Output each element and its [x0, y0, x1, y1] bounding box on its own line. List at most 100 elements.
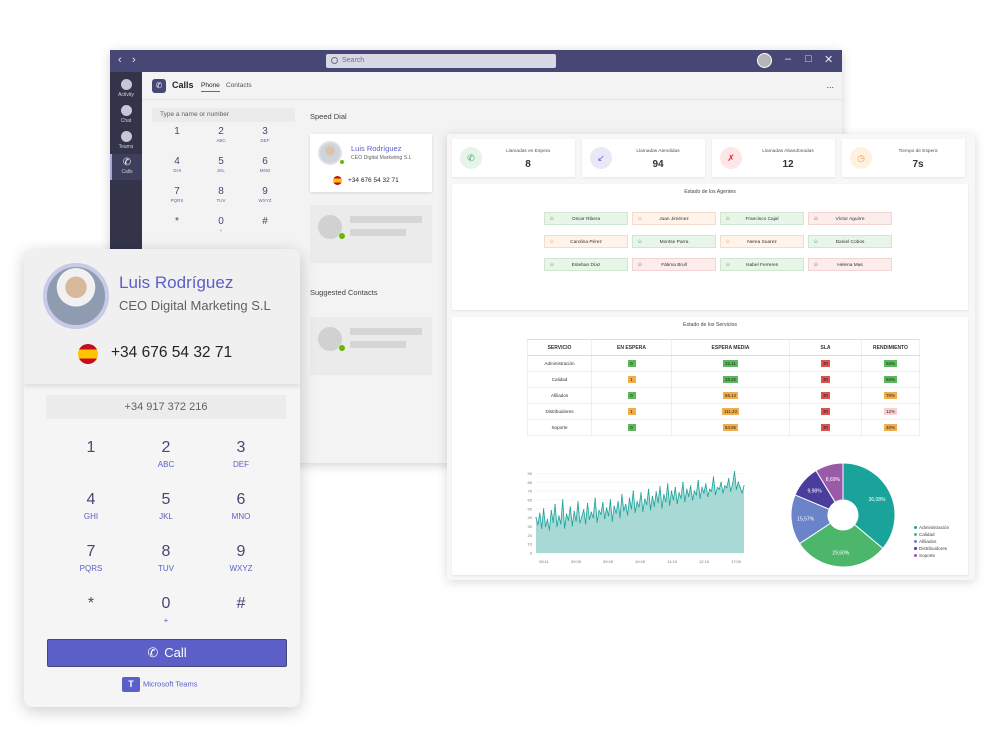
back-arrow-icon[interactable]: ‹	[118, 54, 122, 66]
dial-key[interactable]: 5 JKL	[206, 156, 236, 173]
data-point	[674, 487, 676, 489]
dial-key[interactable]: 8 TUV	[136, 543, 196, 573]
data-point	[718, 488, 720, 490]
dial-key[interactable]: 0 +	[136, 595, 196, 625]
value-badge: 30	[821, 392, 830, 399]
data-point	[541, 527, 543, 529]
dial-key[interactable]: 2 ABC	[206, 126, 236, 143]
data-point	[701, 487, 703, 489]
dial-key[interactable]: 3 DEF	[250, 126, 280, 143]
contact-name: Luis Rodríguez	[119, 273, 234, 292]
legend-item: Distribuidores	[914, 546, 947, 551]
agent-name: Daniel Cobos	[835, 240, 865, 245]
dial-number-input[interactable]: +34 917 372 216	[46, 395, 286, 419]
avatar[interactable]	[757, 53, 772, 68]
dial-key-letters: WXYZ	[258, 198, 272, 203]
data-point	[592, 517, 594, 519]
data-point	[699, 497, 701, 499]
data-point	[695, 494, 697, 496]
maximize-icon[interactable]: □	[805, 53, 812, 65]
data-point	[642, 510, 644, 512]
more-options-icon[interactable]: ...	[826, 80, 834, 90]
value-badge: 0	[627, 392, 636, 399]
data-point	[569, 506, 571, 508]
table-cell: 22.11	[671, 355, 790, 372]
dial-key[interactable]: *	[61, 595, 121, 616]
value-badge: 1	[627, 408, 636, 415]
tab-phone[interactable]: Phone	[201, 82, 220, 92]
close-icon[interactable]: ✕	[824, 53, 833, 66]
speed-dial-card[interactable]: Luis Rodríguez CEO Digital Marketing S.L…	[310, 134, 432, 192]
rail-item-teams[interactable]: Teams	[110, 128, 142, 154]
data-point	[657, 502, 659, 504]
data-point	[663, 494, 665, 496]
data-point	[714, 494, 716, 496]
dial-key-letters: MNO	[231, 512, 251, 521]
kpi-value: 7s	[912, 159, 924, 170]
tab-contacts[interactable]: Contacts	[226, 82, 252, 89]
dial-key[interactable]: 3 DEF	[211, 439, 271, 469]
col-header: ESPERA MEDIA	[671, 339, 790, 356]
data-point	[632, 490, 634, 492]
legend-item: Administración	[914, 525, 949, 530]
dial-key[interactable]: 4 GHI	[61, 491, 121, 521]
data-point	[623, 510, 625, 512]
dial-key-number: 6	[236, 491, 246, 508]
user-icon: ☺	[813, 262, 819, 268]
dial-key[interactable]: 7 PQRS	[162, 186, 192, 203]
value-badge: 30	[821, 376, 830, 383]
dial-key[interactable]: 5 JKL	[136, 491, 196, 521]
x-tick-label: 12:15	[699, 559, 710, 564]
dial-key[interactable]: 7 PQRS	[61, 543, 121, 573]
data-point	[709, 488, 711, 490]
dial-key[interactable]: 9 WXYZ	[211, 543, 271, 573]
data-point	[598, 510, 600, 512]
calls-header: ✆ Calls Phone Contacts ...	[142, 72, 842, 100]
agent-name: Oscar Ribera	[571, 217, 601, 222]
dial-key[interactable]: 0 +	[206, 216, 236, 233]
legend-label: Distribuidores	[919, 546, 948, 551]
user-icon: ☺	[813, 239, 819, 245]
x-tick-label: 17:00	[731, 559, 742, 564]
data-point	[558, 515, 560, 517]
agent-name: Montse Parra	[659, 240, 689, 245]
data-point	[567, 519, 569, 521]
table-row: Calidad 1 28.22 30 83%	[527, 371, 920, 388]
dial-key[interactable]: 1	[61, 439, 121, 460]
data-point	[613, 505, 615, 507]
dial-key[interactable]: #	[250, 216, 280, 228]
dial-input[interactable]: Type a name or number	[152, 108, 295, 122]
call-button[interactable]: ✆ Call	[47, 639, 287, 667]
x-tick-label: 08:11	[539, 559, 549, 564]
dial-key[interactable]: 6 MNO	[250, 156, 280, 173]
x-tick-label: 09:05	[571, 559, 582, 564]
rail-item-calls[interactable]: ✆ Calls	[110, 154, 142, 180]
data-point	[585, 523, 587, 525]
rail-item-activity[interactable]: Activity	[110, 76, 142, 102]
dial-key[interactable]: 4 GHI	[162, 156, 192, 173]
dial-key[interactable]: 6 MNO	[211, 491, 271, 521]
dial-key-letters: WXYZ	[229, 564, 253, 573]
legend-item: Afiliados	[914, 539, 936, 544]
dial-key[interactable]: 9 WXYZ	[250, 186, 280, 203]
value-badge: 84.55	[723, 424, 738, 431]
search-input[interactable]: Search	[326, 54, 556, 68]
rail-item-chat[interactable]: Chat	[110, 102, 142, 128]
dial-key[interactable]: 8 TUV	[206, 186, 236, 203]
contact-placeholder-card	[310, 205, 432, 263]
dial-key[interactable]: #	[211, 595, 271, 616]
minimize-icon[interactable]: –	[785, 53, 791, 65]
data-point	[711, 490, 713, 492]
table-cell: 1	[591, 403, 672, 420]
forward-arrow-icon[interactable]: ›	[132, 54, 136, 66]
table-cell: 56.14	[671, 387, 790, 404]
table-cell: 1	[591, 371, 672, 388]
avatar	[43, 263, 109, 329]
page-title: Calls	[172, 80, 194, 90]
dial-key[interactable]: *	[162, 216, 192, 228]
data-point	[564, 527, 566, 529]
dial-key[interactable]: 1	[162, 126, 192, 138]
agent-status-item: ☺ Esteban Díaz	[544, 258, 628, 271]
chat-icon	[120, 105, 132, 116]
dial-key[interactable]: 2 ABC	[136, 439, 196, 469]
